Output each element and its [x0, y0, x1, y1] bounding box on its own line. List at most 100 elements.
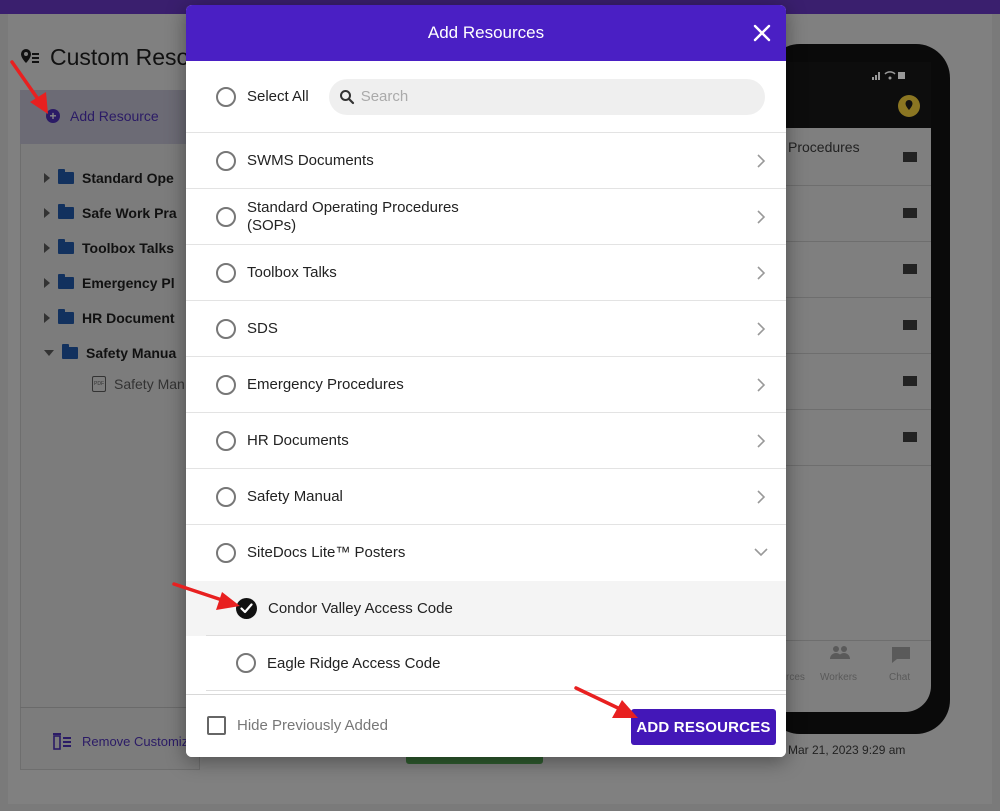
resource-category-list: SWMS Documents Standard Operating Proced…	[186, 133, 786, 695]
sub-item-label: Condor Valley Access Code	[268, 599, 453, 617]
close-icon[interactable]	[752, 23, 772, 43]
select-all-radio[interactable]	[216, 86, 236, 107]
category-radio[interactable]	[216, 543, 236, 563]
dialog-header: Add Resources	[186, 5, 786, 61]
resource-tree-panel	[20, 90, 200, 770]
folder-icon	[58, 169, 74, 184]
hide-previously-added-toggle[interactable]: Hide Previously Added	[207, 716, 388, 735]
last-updated-date: Mar 21, 2023 9:29 am	[788, 743, 906, 757]
folder-icon	[903, 432, 917, 442]
remove-customization-label: Remove Customiz	[82, 733, 189, 749]
sub-item-wrapper: Condor Valley Access Code	[186, 581, 786, 636]
folder-icon	[903, 264, 917, 274]
caret-right-icon[interactable]	[44, 173, 50, 183]
tree-folder-label: Safety Manua	[86, 345, 177, 361]
chevron-right-icon[interactable]	[756, 154, 766, 168]
category-row-hr-documents[interactable]: HR Documents	[186, 413, 786, 469]
category-radio[interactable]	[216, 374, 236, 395]
chat-icon	[892, 647, 910, 663]
phone-list-row[interactable]	[786, 298, 931, 354]
category-label: Emergency Procedures	[247, 375, 404, 393]
phone-list-row[interactable]	[786, 242, 931, 298]
category-row-sitedocs-posters[interactable]: SiteDocs Lite™ Posters	[186, 525, 786, 581]
select-all-label[interactable]: Select All	[247, 88, 309, 105]
category-row-safety-manual[interactable]: Safety Manual	[186, 469, 786, 525]
caret-right-icon[interactable]	[44, 243, 50, 253]
signal-wifi-battery-icon	[872, 71, 905, 80]
tree-folder-2[interactable]: Safe Work Pra	[44, 204, 177, 221]
folder-icon	[58, 309, 74, 324]
add-resource-button[interactable]: + Add Resource	[46, 108, 159, 124]
search-input[interactable]	[360, 88, 741, 105]
tree-folder-6[interactable]: Safety Manua	[44, 344, 177, 361]
sub-item-radio[interactable]	[236, 653, 256, 673]
tree-folder-3[interactable]: Toolbox Talks	[44, 239, 175, 256]
tree-folder-1[interactable]: Standard Ope	[44, 169, 174, 186]
phone-nav-resources[interactable]: rces	[786, 672, 805, 683]
annotation-arrow-add-resources-button	[574, 686, 638, 718]
phone-status-icons	[870, 70, 906, 83]
category-radio[interactable]	[216, 486, 236, 507]
workers-icon	[830, 646, 850, 659]
chevron-right-icon[interactable]	[756, 322, 766, 336]
location-pin-icon[interactable]	[898, 95, 920, 117]
hide-previously-added-label: Hide Previously Added	[237, 717, 388, 734]
category-row-swms[interactable]: SWMS Documents	[186, 133, 786, 189]
phone-nav-workers[interactable]: Workers	[820, 672, 857, 683]
folder-icon	[903, 320, 917, 330]
search-box[interactable]	[328, 78, 765, 115]
tree-folder-label: Emergency Pl	[82, 275, 175, 291]
phone-list-row[interactable]	[786, 186, 931, 242]
chevron-right-icon[interactable]	[756, 434, 766, 448]
category-row-emergency-procedures[interactable]: Emergency Procedures	[186, 357, 786, 413]
category-radio[interactable]	[216, 318, 236, 339]
annotation-arrow-condor-valley	[172, 582, 240, 610]
category-row-sops[interactable]: Standard Operating Procedures (SOPs)	[186, 189, 786, 245]
caret-right-icon[interactable]	[44, 278, 50, 288]
remove-customization-button[interactable]: Remove Customiz	[52, 732, 188, 750]
sub-item-wrapper: Eagle Ridge Access Code	[186, 636, 786, 691]
add-resources-button[interactable]: ADD RESOURCES	[631, 709, 776, 745]
tree-folder-label: Standard Ope	[82, 170, 174, 186]
category-radio[interactable]	[216, 430, 236, 451]
category-label: HR Documents	[247, 431, 349, 449]
chevron-right-icon[interactable]	[756, 490, 766, 504]
select-all-row: Select All	[186, 61, 786, 133]
hide-previously-added-checkbox[interactable]	[207, 716, 226, 735]
dialog-title: Add Resources	[427, 23, 545, 42]
caret-right-icon[interactable]	[44, 313, 50, 323]
category-label: SDS	[247, 319, 278, 337]
category-label: SiteDocs Lite™ Posters	[247, 544, 406, 561]
sub-item-condor-valley[interactable]: Condor Valley Access Code	[206, 581, 786, 636]
tree-folder-4[interactable]: Emergency Pl	[44, 274, 175, 291]
category-radio[interactable]	[216, 150, 236, 171]
phone-nav-chat[interactable]: Chat	[889, 672, 910, 683]
category-radio[interactable]	[216, 262, 236, 283]
tree-folder-label: Safe Work Pra	[82, 205, 177, 221]
tree-file-item[interactable]: PDF Safety Man	[92, 376, 185, 392]
folder-icon	[58, 274, 74, 289]
panel-divider	[20, 707, 200, 708]
category-row-toolbox-talks[interactable]: Toolbox Talks	[186, 245, 786, 301]
phone-list-row[interactable]	[786, 410, 931, 466]
page-title-text: Custom Reso	[50, 44, 190, 70]
category-label: Safety Manual	[247, 487, 343, 505]
chevron-right-icon[interactable]	[756, 266, 766, 280]
category-row-sds[interactable]: SDS	[186, 301, 786, 357]
category-radio[interactable]	[216, 206, 236, 227]
tree-folder-5[interactable]: HR Document	[44, 309, 175, 326]
sub-item-eagle-ridge[interactable]: Eagle Ridge Access Code	[206, 636, 786, 691]
folder-icon	[58, 204, 74, 219]
caret-right-icon[interactable]	[44, 208, 50, 218]
category-label: SWMS Documents	[247, 151, 374, 169]
chevron-down-icon[interactable]	[754, 547, 768, 557]
folder-icon	[903, 208, 917, 218]
folder-icon	[903, 152, 917, 162]
phone-list-row[interactable]	[786, 354, 931, 410]
chevron-right-icon[interactable]	[756, 378, 766, 392]
tree-folder-label: Toolbox Talks	[82, 240, 175, 256]
category-label: Toolbox Talks	[247, 263, 337, 281]
chevron-right-icon[interactable]	[756, 210, 766, 224]
caret-down-icon[interactable]	[44, 350, 54, 356]
category-label: Standard Operating Procedures (SOPs)	[247, 198, 459, 234]
